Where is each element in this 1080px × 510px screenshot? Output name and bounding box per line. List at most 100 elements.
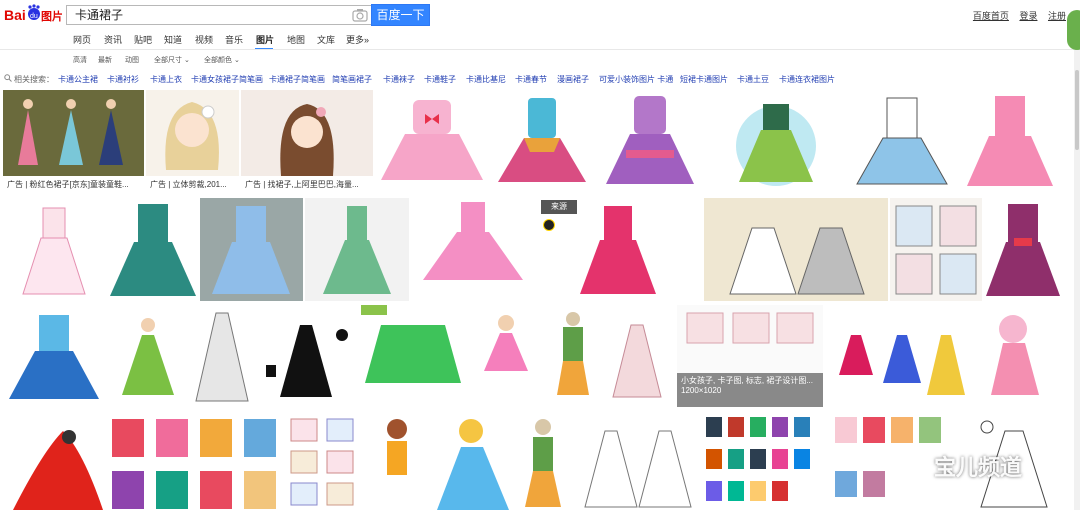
tab-tieba[interactable]: 贴吧	[134, 33, 152, 46]
image-result[interactable]	[849, 90, 954, 194]
related-item[interactable]: 卡通春节	[515, 74, 547, 85]
image-result[interactable]	[108, 305, 188, 407]
login-link[interactable]: 登录	[1019, 11, 1037, 21]
image-thumbnail	[839, 335, 965, 395]
image-result-ad[interactable]: 广告 | 粉红色裙子[京东]童装童鞋...	[3, 90, 144, 194]
image-thumbnail	[212, 206, 290, 294]
related-item[interactable]: 可爱小装饰图片 卡通	[599, 74, 673, 85]
image-result-ad[interactable]: 广告 | 立体剪裁,201...	[146, 90, 239, 194]
image-result[interactable]	[411, 198, 536, 301]
image-result[interactable]	[305, 198, 409, 301]
related-item[interactable]: 短裙卡通图片	[680, 74, 728, 85]
search-input[interactable]: 卡通裙子	[66, 5, 388, 25]
tab-news[interactable]: 资讯	[104, 33, 122, 46]
filter-size[interactable]: 全部尺寸 ⌄	[154, 55, 190, 65]
image-thumbnail	[967, 96, 1053, 186]
image-thumbnail	[22, 207, 86, 295]
image-result[interactable]	[517, 411, 569, 510]
image-thumbnail	[112, 419, 276, 509]
tab-web[interactable]: 网页	[73, 33, 91, 46]
image-result[interactable]	[190, 305, 254, 407]
home-link[interactable]: 百度首页	[973, 11, 1009, 21]
related-item[interactable]: 卡通土豆	[737, 74, 769, 85]
filter-latest[interactable]: 最新	[98, 55, 112, 65]
wechat-icon	[900, 450, 930, 473]
hover-title: 小女孩子, 卡子图, 标志, 裙子设计图...	[681, 376, 814, 385]
image-result[interactable]	[571, 411, 698, 510]
nav-divider	[0, 49, 1080, 50]
filter-animated[interactable]: 动图	[125, 55, 139, 65]
image-result-hovered[interactable]: 小女孩子, 卡子图, 标志, 裙子设计图... 1200×1020	[677, 305, 823, 407]
image-result[interactable]	[490, 90, 594, 194]
image-thumbnail	[323, 206, 391, 294]
image-result[interactable]	[3, 411, 106, 510]
tab-wenku[interactable]: 文库	[317, 33, 335, 46]
image-result-ad[interactable]: 广告 | 找裙子,上阿里巴巴,海量...	[241, 90, 373, 194]
register-link[interactable]: 注册	[1048, 11, 1066, 21]
related-item[interactable]: 卡通比基尼	[466, 74, 506, 85]
image-thumbnail	[266, 325, 348, 397]
image-result[interactable]	[365, 411, 429, 510]
scrollbar[interactable]	[1074, 30, 1080, 510]
tab-more[interactable]: 更多»	[346, 33, 369, 46]
related-item[interactable]: 卡通袜子	[383, 74, 415, 85]
related-item[interactable]: 卡通公主裙	[58, 74, 98, 85]
camera-icon[interactable]	[352, 8, 368, 22]
baidu-logo[interactable]: Bai du 图片	[4, 2, 62, 26]
related-item[interactable]: 简笔画裙子	[332, 74, 372, 85]
image-result[interactable]	[375, 90, 488, 194]
image-thumbnail	[110, 204, 196, 296]
image-thumbnail	[736, 104, 816, 186]
tab-images[interactable]: 图片	[256, 33, 274, 46]
image-result[interactable]	[431, 411, 515, 510]
image-thumbnail	[437, 419, 509, 510]
image-result[interactable]	[361, 305, 464, 407]
image-result[interactable]	[108, 411, 283, 510]
image-result[interactable]	[256, 305, 359, 407]
image-result[interactable]	[890, 198, 982, 301]
related-item[interactable]: 卡通女孩裙子简笔画	[191, 74, 263, 85]
svg-text:du: du	[30, 13, 38, 20]
image-thumbnail	[895, 205, 977, 295]
image-result[interactable]	[596, 90, 703, 194]
image-thumbnail	[18, 99, 123, 165]
search-button[interactable]: 百度一下	[371, 4, 430, 26]
source-tag[interactable]: 来源	[541, 200, 577, 214]
related-item[interactable]: 卡通衬衫	[107, 74, 139, 85]
image-result[interactable]	[984, 198, 1062, 301]
image-result[interactable]	[957, 90, 1062, 194]
tab-map[interactable]: 地图	[287, 33, 305, 46]
image-result[interactable]	[466, 305, 547, 407]
image-result[interactable]	[285, 411, 363, 510]
tab-music[interactable]: 音乐	[225, 33, 243, 46]
image-result[interactable]	[825, 305, 971, 407]
image-result[interactable]	[705, 90, 847, 194]
filter-color[interactable]: 全部颜色 ⌄	[204, 55, 240, 65]
image-result[interactable]	[704, 198, 888, 301]
related-item[interactable]: 卡通鞋子	[424, 74, 456, 85]
image-thumbnail	[122, 318, 174, 395]
related-item[interactable]: 卡通裙子简笔画	[269, 74, 325, 85]
image-result[interactable]	[108, 198, 198, 301]
image-result[interactable]	[3, 305, 106, 407]
floating-badge[interactable]	[1067, 10, 1080, 50]
image-result[interactable]	[3, 198, 106, 301]
tab-video[interactable]: 视频	[195, 33, 213, 46]
image-result[interactable]	[700, 411, 827, 510]
image-result[interactable]	[973, 305, 1062, 407]
image-thumbnail	[584, 430, 692, 508]
image-thumbnail	[612, 324, 662, 398]
related-item[interactable]: 卡通连衣裙图片	[779, 74, 835, 85]
scroll-thumb[interactable]	[1075, 70, 1079, 150]
related-label: 相关搜索：	[14, 75, 54, 84]
image-thumbnail	[557, 312, 589, 395]
filter-hd[interactable]: 高清	[73, 55, 87, 65]
tab-zhidao[interactable]: 知道	[164, 33, 182, 46]
image-result[interactable]	[599, 305, 675, 407]
related-item[interactable]: 漫画裙子	[557, 74, 589, 85]
image-result[interactable]	[200, 198, 303, 301]
related-item[interactable]: 卡通上衣	[150, 74, 182, 85]
top-links: 百度首页 登录 注册	[965, 9, 1066, 22]
image-result[interactable]	[549, 305, 597, 407]
image-thumbnail	[146, 90, 239, 176]
